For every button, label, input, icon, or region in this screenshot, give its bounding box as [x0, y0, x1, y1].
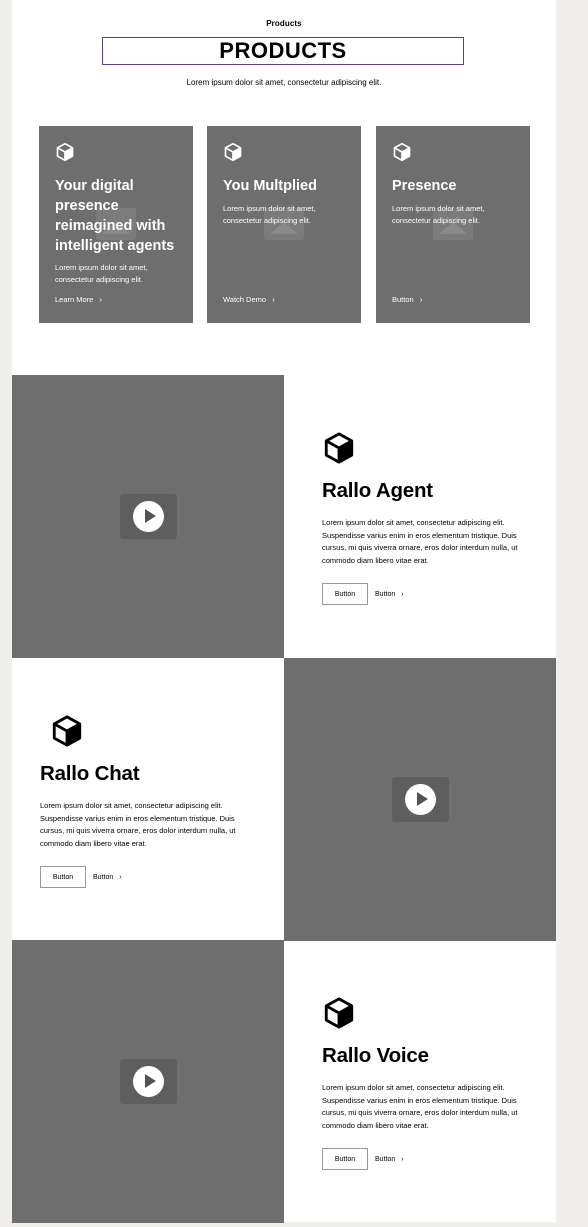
play-icon: [133, 1066, 164, 1097]
products-page: Products PRODUCTS Lorem ipsum dolor sit …: [12, 0, 556, 1223]
secondary-link-button[interactable]: Button ›: [375, 1148, 404, 1170]
learn-more-link[interactable]: Learn More ›: [55, 295, 102, 304]
feature-rallo-agent: Rallo Agent Lorem ipsum dolor sit amet, …: [284, 375, 556, 658]
product-card[interactable]: You Multplied Lorem ipsum dolor sit amet…: [207, 126, 361, 323]
play-icon: [133, 501, 164, 532]
cube-icon: [324, 997, 354, 1029]
card-title: You Multplied: [223, 178, 317, 194]
primary-button[interactable]: Button: [322, 583, 368, 605]
video-placeholder[interactable]: [12, 940, 284, 1223]
feature-rallo-voice: Rallo Voice Lorem ipsum dolor sit amet, …: [284, 940, 556, 1223]
section-eyebrow: Products: [266, 19, 302, 28]
cta-label: Learn More: [55, 295, 94, 304]
card-text: Lorem ipsum dolor sit amet, consectetur …: [392, 204, 485, 225]
link-label: Button: [93, 873, 114, 881]
cube-icon: [56, 142, 74, 162]
primary-button[interactable]: Button: [40, 866, 86, 888]
cta-label: Watch Demo: [223, 295, 267, 304]
card-button-link[interactable]: Button ›: [392, 295, 422, 304]
cube-icon: [393, 142, 411, 162]
feature-title: Rallo Voice: [322, 1044, 429, 1067]
page-title: PRODUCTS: [102, 37, 464, 65]
play-button[interactable]: [392, 777, 449, 822]
cube-icon: [324, 432, 354, 464]
watch-demo-link[interactable]: Watch Demo ›: [223, 295, 275, 304]
play-button[interactable]: [120, 494, 177, 539]
chevron-right-icon: ›: [119, 873, 122, 881]
feature-text: Lorem ipsum dolor sit amet, consectetur …: [322, 518, 518, 565]
cta-label: Button: [392, 295, 414, 304]
feature-text: Lorem ipsum dolor sit amet, consectetur …: [322, 1083, 518, 1130]
chevron-right-icon: ›: [419, 295, 423, 304]
play-button[interactable]: [120, 1059, 177, 1104]
video-placeholder[interactable]: [284, 658, 556, 941]
cube-icon: [52, 715, 82, 747]
primary-button[interactable]: Button: [322, 1148, 368, 1170]
link-label: Button: [375, 590, 396, 598]
chevron-right-icon: ›: [272, 295, 275, 304]
card-title: Your digital presence reimagined with in…: [55, 178, 175, 254]
play-icon: [405, 784, 436, 815]
feature-title: Rallo Chat: [40, 762, 140, 785]
product-card[interactable]: Your digital presence reimagined with in…: [39, 126, 193, 323]
chevron-right-icon: ›: [99, 295, 103, 304]
product-card[interactable]: Presence Lorem ipsum dolor sit amet, con…: [376, 126, 530, 323]
link-label: Button: [375, 1155, 396, 1163]
secondary-link-button[interactable]: Button ›: [375, 583, 404, 605]
card-title: Presence: [392, 178, 457, 194]
feature-rallo-chat: Rallo Chat Lorem ipsum dolor sit amet, c…: [12, 658, 284, 941]
feature-text: Lorem ipsum dolor sit amet, consectetur …: [40, 801, 236, 848]
chevron-right-icon: ›: [401, 1155, 404, 1163]
section-subtitle: Lorem ipsum dolor sit amet, consectetur …: [186, 78, 382, 87]
card-text: Lorem ipsum dolor sit amet, consectetur …: [223, 204, 316, 225]
card-text: Lorem ipsum dolor sit amet, consectetur …: [55, 263, 148, 284]
chevron-right-icon: ›: [401, 590, 404, 598]
cube-icon: [224, 142, 242, 162]
secondary-link-button[interactable]: Button ›: [93, 866, 122, 888]
feature-title: Rallo Agent: [322, 479, 433, 502]
video-placeholder[interactable]: [12, 375, 284, 658]
